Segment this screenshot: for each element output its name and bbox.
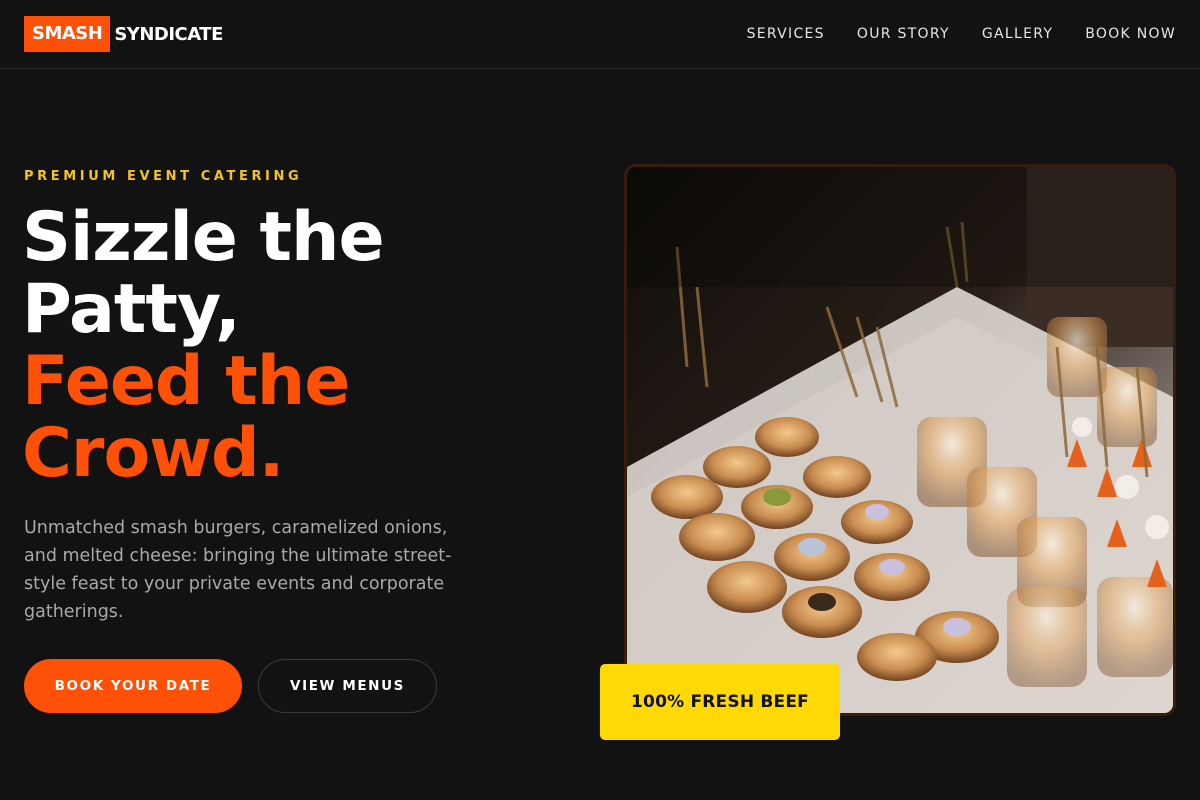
hero-catering-photo (624, 164, 1176, 716)
view-menus-button[interactable]: VIEW MENUS (258, 659, 437, 713)
hero-headline: Sizzle the Patty, Feed the Crowd. (22, 202, 582, 490)
headline-line-2: Patty, (22, 270, 241, 349)
site-header: SMASH SYNDICATE SERVICES OUR STORY GALLE… (0, 0, 1200, 69)
brand-logo[interactable]: SMASH SYNDICATE (24, 16, 223, 52)
headline-line-1: Sizzle the (22, 198, 385, 277)
logo-smash: SMASH (24, 16, 111, 52)
nav-link-our-story[interactable]: OUR STORY (857, 26, 950, 42)
headline-line-4: Crowd. (22, 414, 284, 493)
book-your-date-button[interactable]: BOOK YOUR DATE (24, 659, 242, 713)
nav-link-book-now[interactable]: BOOK NOW (1085, 26, 1176, 42)
catering-platter-image (627, 167, 1173, 713)
nav-link-gallery[interactable]: GALLERY (982, 26, 1053, 42)
main-nav: SERVICES OUR STORY GALLERY BOOK NOW (747, 0, 1176, 68)
nav-link-services[interactable]: SERVICES (747, 26, 825, 42)
logo-syndicate: SYNDICATE (114, 23, 223, 45)
hero-eyebrow: PREMIUM EVENT CATERING (24, 169, 303, 184)
headline-line-3: Feed the (22, 342, 350, 421)
fresh-beef-badge: 100% FRESH BEEF (600, 664, 840, 740)
hero-description: Unmatched smash burgers, caramelized oni… (24, 518, 452, 622)
